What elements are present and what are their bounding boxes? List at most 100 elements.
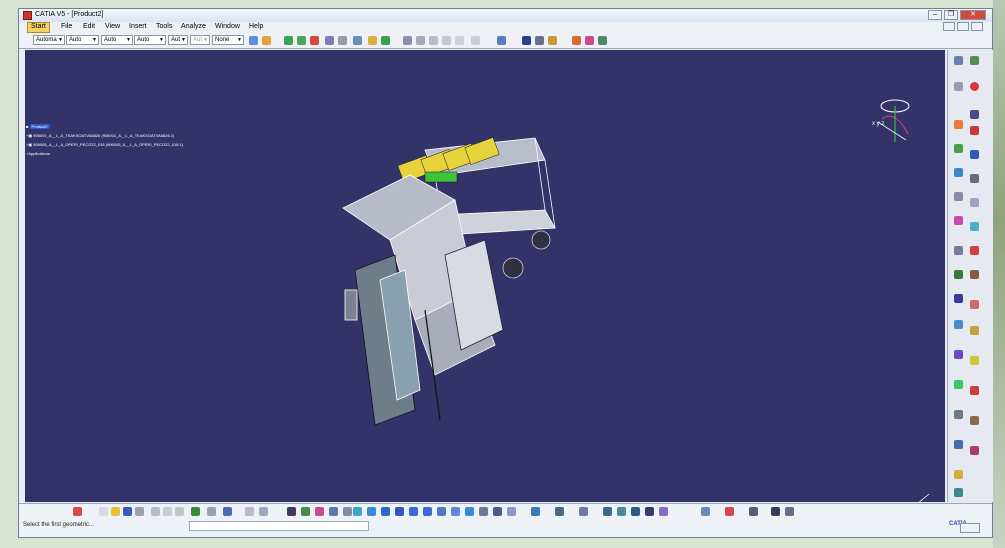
paste-icon[interactable] xyxy=(175,507,184,516)
move-icon[interactable] xyxy=(297,36,306,45)
menu-view[interactable]: View xyxy=(105,23,120,30)
annotation-icon[interactable] xyxy=(970,150,979,159)
export-icon[interactable] xyxy=(725,507,734,516)
command-input[interactable] xyxy=(189,521,369,531)
clash-icon[interactable] xyxy=(535,36,544,45)
rotate-icon[interactable] xyxy=(395,507,404,516)
table-icon[interactable] xyxy=(287,507,296,516)
snap-icon[interactable] xyxy=(310,36,319,45)
view-icon[interactable] xyxy=(970,198,979,207)
offset-icon[interactable] xyxy=(954,294,963,303)
law-icon[interactable] xyxy=(315,507,324,516)
update-icon[interactable] xyxy=(403,36,412,45)
parameter-icon[interactable] xyxy=(329,507,338,516)
pin-icon[interactable] xyxy=(531,507,540,516)
menu-help[interactable]: Help xyxy=(249,23,263,30)
transparency-combo[interactable]: Auto ▼ xyxy=(101,35,133,45)
manipulate-icon[interactable] xyxy=(325,36,334,45)
dx-icon[interactable] xyxy=(771,507,780,516)
replace-icon[interactable] xyxy=(442,36,451,45)
3d-viewport[interactable]: ■ Product2 +▣ 906001_A__L_A_TKAKSOATVA68… xyxy=(25,50,945,502)
knowledge-icon[interactable] xyxy=(301,507,310,516)
doc-close-button[interactable] xyxy=(971,22,983,31)
point-symbol-combo[interactable]: Aut ▼ xyxy=(190,35,210,45)
menu-file[interactable]: File xyxy=(61,23,72,30)
apply-material-icon[interactable] xyxy=(572,36,581,45)
contact-icon[interactable] xyxy=(970,270,979,279)
text-icon[interactable] xyxy=(970,174,979,183)
pan-icon[interactable] xyxy=(284,36,293,45)
scale-icon[interactable] xyxy=(701,507,710,516)
fix-icon[interactable] xyxy=(954,320,963,329)
refresh-icon[interactable] xyxy=(555,507,564,516)
menu-tools[interactable]: Tools xyxy=(156,23,172,30)
scan-icon[interactable] xyxy=(970,222,979,231)
fly-mode-icon[interactable] xyxy=(353,507,362,516)
stop-command-button[interactable] xyxy=(960,523,980,533)
shading-icon[interactable] xyxy=(465,507,474,516)
render-icon[interactable] xyxy=(585,36,594,45)
formula-icon[interactable] xyxy=(245,507,254,516)
grid-icon[interactable] xyxy=(73,507,82,516)
macro-icon[interactable] xyxy=(749,507,758,516)
analyze-icon[interactable] xyxy=(970,386,979,395)
redo-icon[interactable] xyxy=(207,507,216,516)
compass-widget[interactable]: x y z xyxy=(870,94,920,154)
assembly-model[interactable] xyxy=(25,50,945,502)
multi-view-icon[interactable] xyxy=(507,507,516,516)
restore-button[interactable]: ❐ xyxy=(944,10,958,20)
constraint-icon[interactable] xyxy=(353,36,362,45)
whats-this-icon[interactable] xyxy=(223,507,232,516)
clipping-icon[interactable] xyxy=(659,507,668,516)
section-icon[interactable] xyxy=(522,36,531,45)
dependencies-icon[interactable] xyxy=(970,446,979,455)
painter-icon[interactable] xyxy=(262,36,271,45)
stop-icon[interactable] xyxy=(970,82,979,91)
scene-icon[interactable] xyxy=(598,36,607,45)
measure-between-icon[interactable] xyxy=(954,82,963,91)
bill-of-material-icon[interactable] xyxy=(497,36,506,45)
doc-minimize-button[interactable] xyxy=(943,22,955,31)
quick-constraint-icon[interactable] xyxy=(954,350,963,359)
new-part-icon[interactable] xyxy=(954,144,963,153)
space-analysis-icon[interactable] xyxy=(954,410,963,419)
change-constraint-icon[interactable] xyxy=(970,356,979,365)
constraint-tool-icon[interactable] xyxy=(954,270,963,279)
new-icon[interactable] xyxy=(99,507,108,516)
catalog-browser-icon[interactable] xyxy=(579,507,588,516)
part-design-icon[interactable] xyxy=(970,110,979,119)
degrees-of-freedom-icon[interactable] xyxy=(954,440,963,449)
sketch-icon[interactable] xyxy=(970,56,979,65)
normal-view-icon[interactable] xyxy=(437,507,446,516)
copy-icon[interactable] xyxy=(163,507,172,516)
fix-component-icon[interactable] xyxy=(368,36,377,45)
camera-icon[interactable] xyxy=(631,507,640,516)
numbering-icon[interactable] xyxy=(471,36,480,45)
flag-note-icon[interactable] xyxy=(954,192,963,201)
zoom-out-icon[interactable] xyxy=(423,507,432,516)
minimize-button[interactable]: – xyxy=(928,10,942,20)
menu-start[interactable]: Start xyxy=(27,22,50,33)
fix-together-icon[interactable] xyxy=(970,326,979,335)
cut-icon[interactable] xyxy=(151,507,160,516)
symmetry-icon[interactable] xyxy=(954,168,963,177)
zoom-in-icon[interactable] xyxy=(409,507,418,516)
select-arrow-icon[interactable] xyxy=(954,56,963,65)
rule-icon[interactable] xyxy=(343,507,352,516)
measure-icon[interactable] xyxy=(338,36,347,45)
menu-window[interactable]: Window xyxy=(215,23,240,30)
fit-all-icon[interactable] xyxy=(367,507,376,516)
close-button[interactable]: ✕ xyxy=(960,10,986,20)
weld-icon[interactable] xyxy=(970,416,979,425)
menu-analyze[interactable]: Analyze xyxy=(181,23,206,30)
menu-edit[interactable]: Edit xyxy=(83,23,95,30)
flexible-icon[interactable] xyxy=(954,246,963,255)
section-cut-icon[interactable] xyxy=(954,216,963,225)
line-color-combo[interactable]: Auto ▼ xyxy=(66,35,99,45)
undo-icon[interactable] xyxy=(191,507,200,516)
swap-space-icon[interactable] xyxy=(493,507,502,516)
layer-combo[interactable]: None ▼ xyxy=(212,35,244,45)
pan-view-icon[interactable] xyxy=(381,507,390,516)
mechanical-structure-icon[interactable] xyxy=(954,470,963,479)
sheet-icon[interactable] xyxy=(429,36,438,45)
